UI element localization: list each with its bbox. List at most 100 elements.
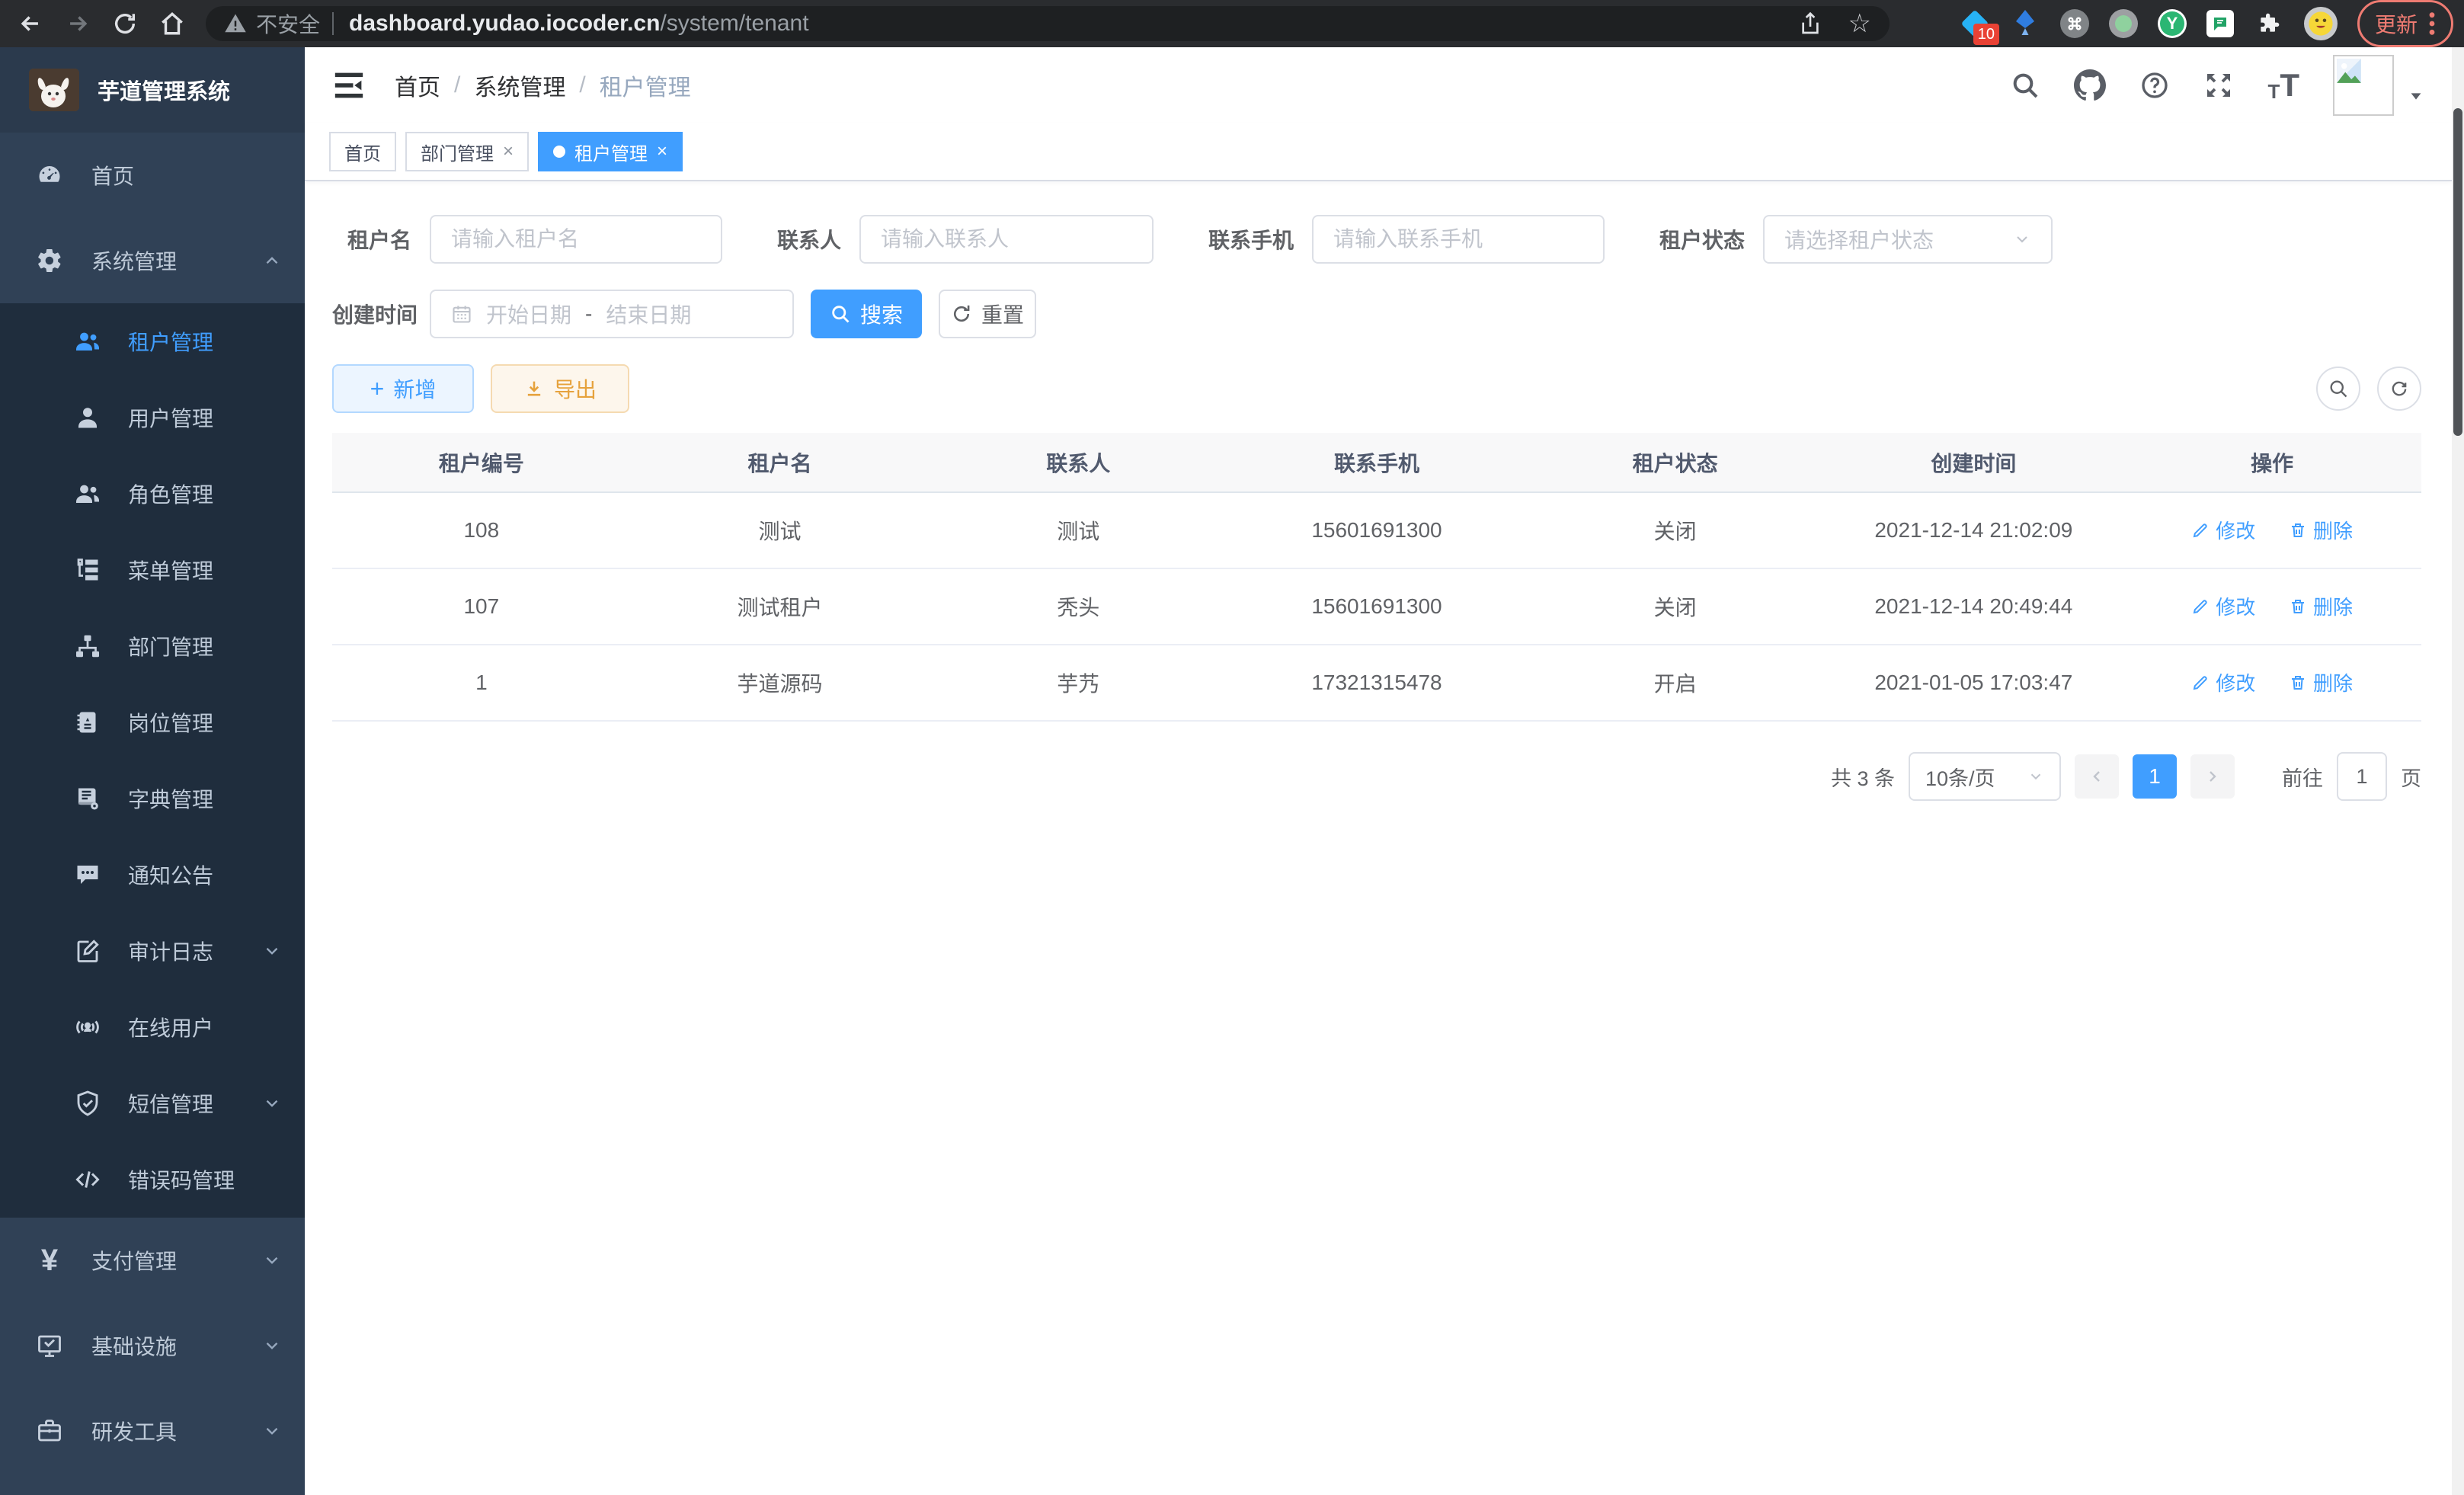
- sidebar-item-infra[interactable]: 基础设施: [0, 1303, 305, 1388]
- url-path: /system/tenant: [660, 11, 808, 37]
- search-icon: [2328, 378, 2349, 399]
- cell-created: 2021-12-14 20:49:44: [1825, 568, 2123, 645]
- browser-home-icon[interactable]: [155, 7, 189, 40]
- chevron-up-icon: [262, 251, 282, 271]
- font-size-icon[interactable]: TT: [2267, 69, 2299, 101]
- sidebar-item-label: 字典管理: [128, 783, 282, 814]
- reset-button[interactable]: 重置: [939, 290, 1036, 338]
- toggle-search-button[interactable]: [2316, 367, 2360, 411]
- sidebar-item-dept[interactable]: 部门管理: [0, 608, 305, 684]
- sidebar-item-home[interactable]: 首页: [0, 133, 305, 218]
- github-icon[interactable]: [2074, 69, 2106, 101]
- warning-triangle-icon: [224, 12, 247, 35]
- edit-link[interactable]: 修改: [2191, 516, 2255, 544]
- sidebar-item-notice[interactable]: 通知公告: [0, 837, 305, 913]
- sidebar-item-post[interactable]: 岗位管理: [0, 684, 305, 760]
- sidebar-item-tenant[interactable]: 租户管理: [0, 303, 305, 379]
- extension-chat-icon[interactable]: [2206, 10, 2234, 37]
- cell-status: 关闭: [1526, 492, 1825, 568]
- delete-link[interactable]: 删除: [2289, 516, 2353, 544]
- sidebar-item-error-code[interactable]: 错误码管理: [0, 1141, 305, 1218]
- sidebar-fold-icon[interactable]: [332, 70, 366, 101]
- refresh-table-button[interactable]: [2377, 367, 2421, 411]
- extension-command-icon[interactable]: [2060, 9, 2089, 38]
- bookmark-star-icon[interactable]: ☆: [1848, 8, 1871, 39]
- sidebar-item-label: 错误码管理: [128, 1164, 282, 1195]
- header-search-icon[interactable]: [2010, 70, 2040, 101]
- edit-link[interactable]: 修改: [2191, 668, 2255, 696]
- pencil-icon: [2191, 521, 2210, 539]
- page-size-select[interactable]: 10条/页: [1909, 752, 2061, 801]
- sidebar-item-dict[interactable]: 字典管理: [0, 760, 305, 837]
- fullscreen-icon[interactable]: [2203, 70, 2234, 101]
- contact-input[interactable]: [859, 215, 1154, 264]
- extensions-puzzle-icon[interactable]: [2254, 8, 2284, 39]
- address-bar[interactable]: 不安全 dashboard.yudao.iocoder.cn/system/te…: [206, 6, 1890, 41]
- sidebar-item-sms[interactable]: 短信管理: [0, 1065, 305, 1141]
- app-logo-row[interactable]: 芋道管理系统: [0, 47, 305, 133]
- chevron-left-icon: [2088, 767, 2106, 786]
- edit-link[interactable]: 修改: [2191, 592, 2255, 620]
- tab-close-icon[interactable]: ×: [657, 141, 667, 162]
- avatar-caret-icon[interactable]: [2408, 88, 2424, 104]
- share-icon[interactable]: [1798, 11, 1822, 36]
- extension-y-icon[interactable]: Y: [2158, 9, 2187, 38]
- tab-tenant[interactable]: 租户管理 ×: [538, 132, 683, 171]
- col-phone: 联系手机: [1227, 433, 1526, 492]
- chrome-update-button[interactable]: 更新: [2357, 0, 2453, 47]
- extension-kite-icon[interactable]: [2010, 8, 2040, 39]
- sidebar-item-label: 菜单管理: [128, 555, 282, 585]
- cell-actions: 修改 删除: [2123, 645, 2421, 721]
- sidebar-item-label: 通知公告: [128, 860, 282, 890]
- sidebar-item-payment[interactable]: ¥ 支付管理: [0, 1218, 305, 1303]
- tenant-name-input[interactable]: [430, 215, 722, 264]
- col-tenant-name: 租户名: [631, 433, 930, 492]
- tab-close-icon[interactable]: ×: [503, 141, 514, 162]
- contact-label: 联系人: [762, 224, 841, 255]
- browser-reload-icon[interactable]: [108, 7, 142, 40]
- profile-avatar-icon[interactable]: [2304, 7, 2338, 40]
- delete-link[interactable]: 删除: [2289, 668, 2353, 696]
- page-number-button[interactable]: 1: [2133, 754, 2177, 799]
- goto-page-input[interactable]: [2337, 752, 2387, 801]
- sidebar-item-role[interactable]: 角色管理: [0, 456, 305, 532]
- chevron-down-icon: [262, 941, 282, 961]
- prev-page-button[interactable]: [2075, 754, 2119, 799]
- sidebar-item-user[interactable]: 用户管理: [0, 379, 305, 456]
- browser-forward-icon[interactable]: [61, 7, 94, 40]
- refresh-icon: [951, 303, 972, 325]
- org-chart-icon: [70, 632, 105, 660]
- extension-tag-icon[interactable]: 10: [1960, 8, 1990, 39]
- extension-dot-icon[interactable]: [2109, 9, 2138, 38]
- help-icon[interactable]: [2139, 70, 2170, 101]
- export-button[interactable]: 导出: [491, 364, 629, 413]
- next-page-button[interactable]: [2190, 754, 2235, 799]
- pagination: 共 3 条 10条/页 1 前往 页: [332, 752, 2421, 801]
- sidebar-item-menu[interactable]: 菜单管理: [0, 532, 305, 608]
- security-warning[interactable]: 不安全: [224, 8, 320, 39]
- browser-back-icon[interactable]: [14, 7, 47, 40]
- gear-icon: [32, 247, 67, 274]
- search-button[interactable]: 搜索: [811, 290, 922, 338]
- sidebar-item-system[interactable]: 系统管理: [0, 218, 305, 303]
- phone-input[interactable]: [1312, 215, 1605, 264]
- plus-icon: +: [370, 376, 385, 401]
- user-avatar[interactable]: [2333, 55, 2394, 116]
- create-time-range-picker[interactable]: 开始日期 - 结束日期: [430, 290, 794, 338]
- sidebar-item-online-user[interactable]: 在线用户: [0, 989, 305, 1065]
- status-select[interactable]: 请选择租户状态: [1763, 215, 2053, 264]
- scrollbar-thumb[interactable]: [2453, 108, 2462, 436]
- breadcrumb-system[interactable]: 系统管理: [474, 69, 565, 102]
- breadcrumb-home[interactable]: 首页: [395, 69, 440, 102]
- add-button[interactable]: + 新增: [332, 364, 474, 413]
- col-created: 创建时间: [1825, 433, 2123, 492]
- tab-home[interactable]: 首页: [329, 132, 396, 171]
- tab-dept[interactable]: 部门管理 ×: [405, 132, 529, 171]
- code-icon: [70, 1166, 105, 1193]
- sidebar-item-audit-log[interactable]: 审计日志: [0, 913, 305, 989]
- chevron-down-icon: [262, 1093, 282, 1113]
- delete-link[interactable]: 删除: [2289, 592, 2353, 620]
- cell-tenant-name: 测试租户: [631, 568, 930, 645]
- browser-scrollbar[interactable]: [2452, 47, 2464, 1495]
- sidebar-item-devtools[interactable]: 研发工具: [0, 1388, 305, 1474]
